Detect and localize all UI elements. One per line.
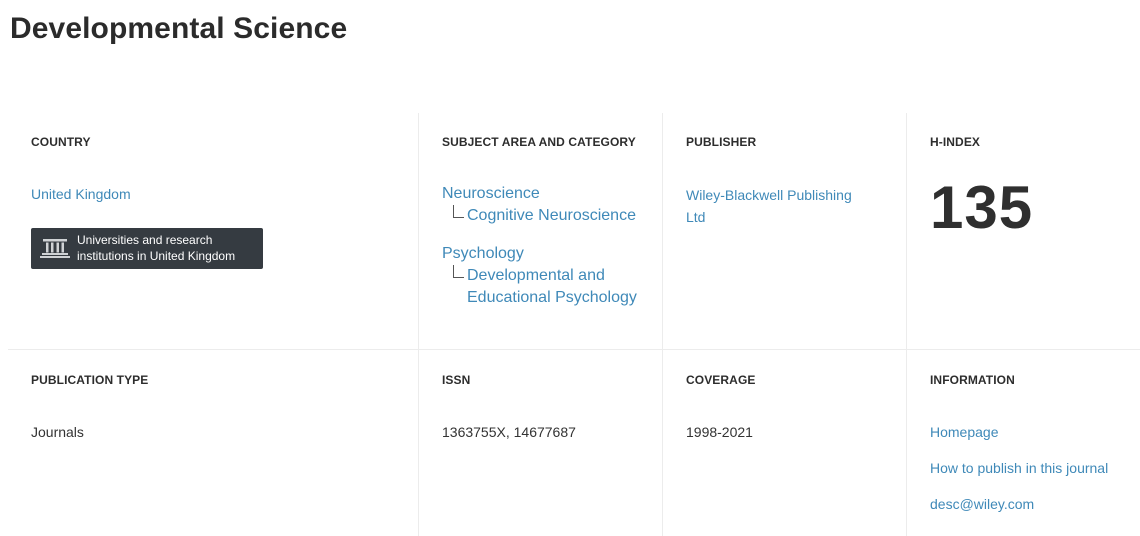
- subject-area-link[interactable]: Neuroscience: [442, 185, 540, 202]
- subject-category-link[interactable]: Cognitive Neuroscience: [467, 207, 636, 224]
- subject-label: SUBJECT AREA AND CATEGORY: [442, 135, 636, 149]
- tree-connector-icon: [453, 265, 464, 278]
- subject-list: Neuroscience Cognitive Neuroscience Psyc…: [442, 183, 652, 309]
- column-divider: [662, 113, 663, 536]
- how-to-publish-link[interactable]: How to publish in this journal: [930, 460, 1108, 476]
- issn-label: ISSN: [442, 373, 471, 387]
- subject-category-link[interactable]: Developmental and Educational Psychology: [467, 267, 637, 306]
- coverage-label: COVERAGE: [686, 373, 756, 387]
- hindex-value: 135: [930, 174, 1034, 241]
- page-title: Developmental Science: [10, 12, 348, 45]
- publisher-link[interactable]: Wiley-Blackwell Publishing Ltd: [686, 184, 866, 228]
- column-divider: [906, 113, 907, 536]
- institution-icon: [40, 238, 70, 258]
- institutions-button-label: Universities and research institutions i…: [77, 233, 236, 263]
- information-label: INFORMATION: [930, 373, 1015, 387]
- row-divider: [8, 349, 1140, 350]
- homepage-link[interactable]: Homepage: [930, 424, 999, 440]
- country-section: COUNTRY United Kingdom Universities and …: [31, 135, 401, 335]
- subject-category-item: Developmental and Educational Psychology: [442, 265, 657, 309]
- email-link[interactable]: desc@wiley.com: [930, 496, 1034, 512]
- publication-type-label: PUBLICATION TYPE: [31, 373, 149, 387]
- publication-type-section: PUBLICATION TYPE Journals: [31, 373, 401, 523]
- subject-area-item: Psychology Developmental and Educational…: [442, 243, 652, 309]
- information-section: INFORMATION Homepage How to publish in t…: [930, 373, 1135, 533]
- subject-category-item: Cognitive Neuroscience: [442, 205, 652, 227]
- subject-area-link[interactable]: Psychology: [442, 245, 524, 262]
- tree-connector-icon: [453, 205, 464, 218]
- publication-type-value: Journals: [31, 424, 84, 440]
- journal-page: Developmental Science COUNTRY United Kin…: [0, 0, 1140, 536]
- issn-value: 1363755X, 14677687: [442, 424, 576, 440]
- institutions-button[interactable]: Universities and research institutions i…: [31, 228, 263, 269]
- hindex-label: H-INDEX: [930, 135, 981, 149]
- country-label: COUNTRY: [31, 135, 91, 149]
- coverage-value: 1998-2021: [686, 424, 753, 440]
- coverage-section: COVERAGE 1998-2021: [686, 373, 886, 523]
- issn-section: ISSN 1363755X, 14677687: [442, 373, 652, 523]
- subject-section: SUBJECT AREA AND CATEGORY Neuroscience C…: [442, 135, 652, 335]
- column-divider: [418, 113, 419, 536]
- publisher-section: PUBLISHER Wiley-Blackwell Publishing Ltd: [686, 135, 886, 335]
- publisher-label: PUBLISHER: [686, 135, 757, 149]
- hindex-section: H-INDEX 135: [930, 135, 1130, 335]
- journal-info-grid: COUNTRY United Kingdom Universities and …: [8, 113, 1140, 536]
- subject-area-item: Neuroscience Cognitive Neuroscience: [442, 183, 652, 227]
- country-link[interactable]: United Kingdom: [31, 186, 131, 202]
